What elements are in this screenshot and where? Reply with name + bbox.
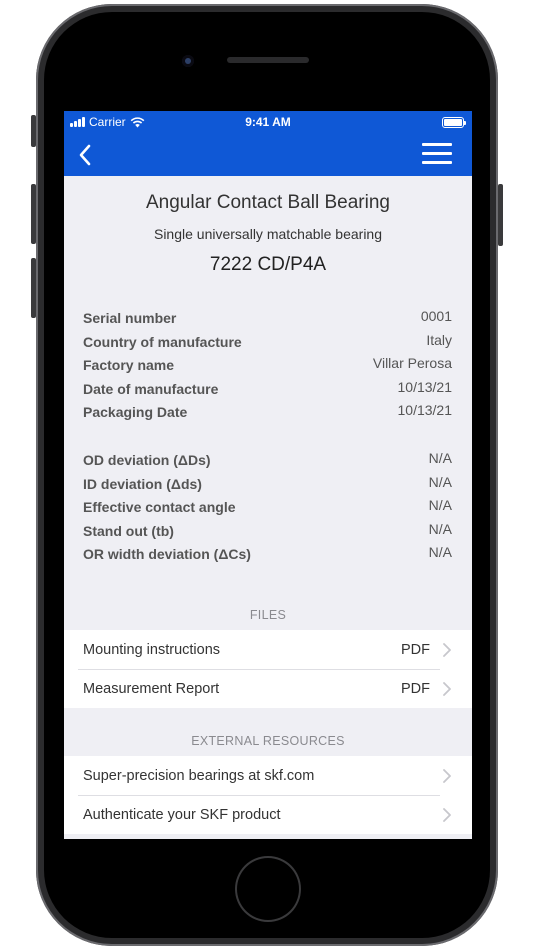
detail-label: Country of manufacture	[83, 333, 242, 350]
volume-up-button	[31, 184, 36, 244]
detail-label: Factory name	[83, 357, 175, 374]
detail-value: 10/13/21	[397, 378, 453, 395]
resource-label: Authenticate your SKF product	[83, 807, 281, 823]
detail-value: Italy	[426, 331, 452, 348]
deviation-label: ID deviation (Δds)	[83, 475, 202, 492]
earpiece-speaker	[227, 57, 309, 63]
resources-section-header: EXTERNAL RESOURCES	[191, 734, 345, 748]
mute-switch	[31, 115, 36, 147]
resource-row-authenticate[interactable]: Authenticate your SKF product	[64, 795, 472, 834]
resource-row-skf-website[interactable]: Super-precision bearings at skf.com	[64, 756, 472, 795]
app-screen: Carrier 9:41 AM Angular Contact Ball Bea…	[64, 111, 472, 839]
deviation-label: Effective contact angle	[83, 499, 236, 516]
deviations-list: OD deviation (ΔDs) N/A ID deviation (Δds…	[83, 448, 452, 566]
status-time: 9:41 AM	[245, 115, 291, 129]
power-button	[498, 184, 503, 246]
chevron-right-icon	[443, 769, 451, 783]
deviation-label: Stand out (tb)	[83, 522, 174, 539]
details-list: Serial number 0001 Country of manufactur…	[83, 306, 452, 424]
nav-bar	[64, 133, 472, 176]
file-type: PDF	[401, 642, 430, 658]
product-model: 7222 CD/P4A	[209, 254, 327, 275]
deviation-value: N/A	[428, 544, 452, 561]
files-list: Mounting instructions PDF Measurement Re…	[64, 630, 472, 708]
detail-row: Packaging Date 10/13/21	[83, 400, 452, 424]
chevron-left-icon[interactable]	[74, 142, 98, 168]
detail-label: Serial number	[83, 310, 177, 326]
deviation-row: OD deviation (ΔDs) N/A	[83, 448, 452, 472]
detail-row: Country of manufacture Italy	[83, 330, 452, 354]
deviation-row: OR width deviation (ΔCs) N/A	[83, 542, 452, 566]
resources-list: Super-precision bearings at skf.com Auth…	[64, 756, 472, 834]
product-header: Angular Contact Ball Bearing Single univ…	[64, 176, 472, 276]
battery-icon	[442, 117, 466, 128]
detail-value: Villar Perosa	[372, 355, 452, 372]
file-row-mounting-instructions[interactable]: Mounting instructions PDF	[64, 630, 472, 669]
detail-row: Date of manufacture 10/13/21	[83, 377, 452, 401]
hamburger-menu-icon[interactable]	[422, 143, 454, 167]
status-bar: Carrier 9:41 AM	[64, 111, 472, 133]
chevron-right-icon	[443, 643, 451, 657]
detail-value: 10/13/21	[397, 402, 453, 419]
chevron-right-icon	[443, 808, 451, 822]
front-camera	[182, 55, 194, 67]
files-section-header: FILES	[249, 608, 287, 622]
chevron-right-icon	[443, 682, 451, 696]
deviation-label: OD deviation (ΔDs)	[83, 452, 211, 468]
file-row-measurement-report[interactable]: Measurement Report PDF	[64, 669, 472, 708]
detail-row: Factory name Villar Perosa	[83, 353, 452, 377]
detail-row: Serial number 0001	[83, 306, 452, 330]
file-type: PDF	[401, 681, 430, 697]
deviation-label: OR width deviation (ΔCs)	[83, 546, 251, 563]
file-name: Mounting instructions	[83, 642, 221, 658]
deviation-row: Stand out (tb) N/A	[83, 519, 452, 543]
detail-label: Packaging Date	[83, 404, 188, 421]
deviation-row: ID deviation (Δds) N/A	[83, 472, 452, 496]
deviation-row: Effective contact angle N/A	[83, 495, 452, 519]
deviation-value: N/A	[428, 520, 452, 537]
product-title: Angular Contact Ball Bearing	[146, 192, 390, 213]
detail-label: Date of manufacture	[83, 380, 219, 397]
deviation-value: N/A	[428, 473, 452, 490]
product-subtitle: Single universally matchable bearing	[153, 226, 383, 242]
home-button[interactable]	[237, 858, 299, 920]
deviation-value: N/A	[428, 450, 452, 466]
file-name: Measurement Report	[83, 681, 220, 697]
detail-value: 0001	[420, 308, 452, 324]
volume-down-button	[31, 258, 36, 318]
deviation-value: N/A	[428, 497, 452, 514]
resource-label: Super-precision bearings at skf.com	[83, 768, 315, 784]
